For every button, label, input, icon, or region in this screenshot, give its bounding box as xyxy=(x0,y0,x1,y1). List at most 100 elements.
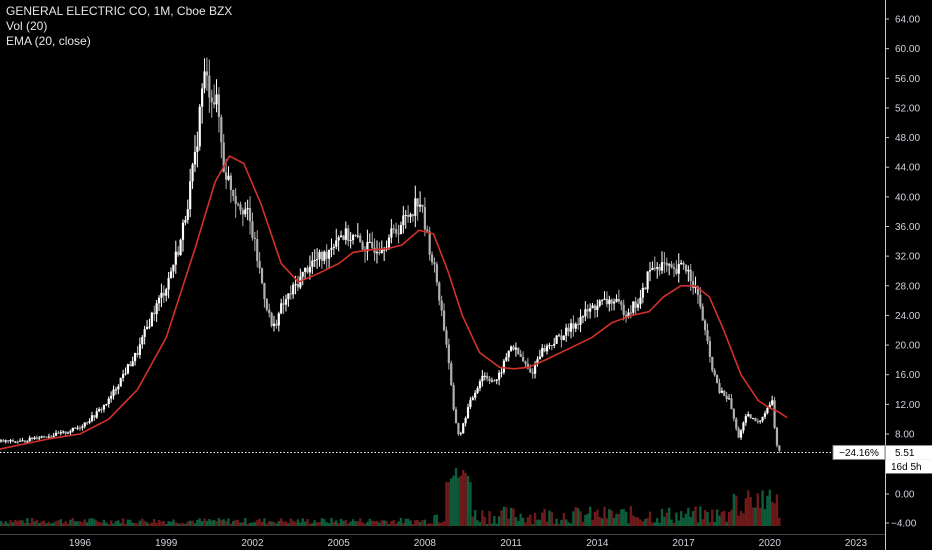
volume-bar xyxy=(241,522,245,526)
volume-bar xyxy=(342,520,345,526)
candle-body xyxy=(59,432,62,434)
ema-path xyxy=(0,155,788,450)
candle-body xyxy=(567,327,570,332)
volume-bar xyxy=(514,517,518,526)
volume-bar xyxy=(21,520,24,526)
candle-body xyxy=(531,372,534,374)
candle-body xyxy=(42,436,46,438)
candle-body xyxy=(577,323,580,325)
volume-bar xyxy=(119,523,122,526)
candle-body xyxy=(217,94,221,117)
volume-bar xyxy=(148,523,151,526)
volume-bar xyxy=(521,517,525,526)
candle-body xyxy=(114,389,118,391)
candle-body xyxy=(83,422,86,427)
volume-bar xyxy=(47,521,51,526)
volume-bar xyxy=(387,523,391,526)
candle-body xyxy=(759,420,762,422)
volume-bar xyxy=(483,516,486,526)
candle-body xyxy=(778,445,781,451)
candle-body xyxy=(371,242,374,248)
volume-bar xyxy=(656,518,659,526)
volume-bar xyxy=(320,518,324,526)
volume-bar xyxy=(38,522,41,526)
price-tick-label: 52.00 xyxy=(895,103,920,114)
volume-bar xyxy=(181,522,185,526)
volume-bar xyxy=(215,521,218,526)
candle-body xyxy=(634,301,637,308)
volume-bar xyxy=(210,520,213,526)
volume-bar xyxy=(708,522,712,526)
candle-body xyxy=(761,416,764,421)
volume-bar xyxy=(725,521,728,526)
volume-tick-label: 0.00 xyxy=(895,490,915,501)
volume-bar xyxy=(107,523,110,526)
volume-bar xyxy=(564,519,568,526)
volume-bar xyxy=(287,523,290,526)
volume-bar xyxy=(385,520,388,526)
volume-bar xyxy=(624,511,628,526)
candle-body xyxy=(35,437,38,439)
volume-bar xyxy=(105,522,108,526)
volume-bar xyxy=(112,523,115,526)
volume-bar xyxy=(452,475,455,526)
candle-body xyxy=(308,266,312,273)
volume-bar xyxy=(761,490,764,526)
candle-body xyxy=(186,209,189,220)
volume-bar xyxy=(258,518,261,526)
candle-body xyxy=(660,262,664,271)
candle-body xyxy=(495,379,498,381)
candle-body xyxy=(325,251,328,259)
price-chart[interactable]: 64.00 60.00 56.00 52.00 48.00 44.00 40.00 36.00… xyxy=(0,0,932,550)
volume-bar xyxy=(217,517,221,526)
candle-body xyxy=(47,436,50,438)
volume-bar xyxy=(584,514,587,526)
candle-body xyxy=(668,264,671,266)
volume-bar xyxy=(538,519,542,526)
volume-bar xyxy=(411,523,415,526)
candle-body xyxy=(560,335,563,340)
volume-bar xyxy=(586,513,589,526)
candle-body xyxy=(622,304,625,315)
candle-body xyxy=(665,262,668,266)
volume-bar xyxy=(2,523,5,526)
candle-body xyxy=(169,271,173,278)
volume-bar xyxy=(591,519,594,526)
candle-body xyxy=(763,413,767,417)
volume-bar xyxy=(378,522,381,526)
volume-bar xyxy=(52,522,55,526)
candle-body xyxy=(227,175,230,180)
volume-bar xyxy=(40,521,43,526)
candle-body xyxy=(641,287,644,298)
candle-body xyxy=(155,303,158,315)
volume-bar xyxy=(593,511,597,526)
candle-body xyxy=(349,240,352,242)
volume-bar xyxy=(703,509,707,526)
candle-body xyxy=(296,284,300,288)
volume-bar xyxy=(682,517,685,526)
volume-bar xyxy=(481,510,484,526)
volume-bar xyxy=(186,521,189,526)
volume-bar xyxy=(569,523,573,526)
price-tick-label: 64.00 xyxy=(895,15,920,26)
volume-bar xyxy=(428,523,431,526)
volume-bar xyxy=(126,519,130,526)
candle-body xyxy=(411,214,415,216)
volume-bar xyxy=(325,522,328,526)
candle-body xyxy=(102,405,106,410)
candle-body xyxy=(287,293,290,300)
volume-bar xyxy=(337,523,340,526)
candle-body xyxy=(548,345,551,347)
candle-body xyxy=(399,225,403,235)
candle-body xyxy=(773,400,776,428)
volume-bar xyxy=(356,521,360,526)
volume-bar xyxy=(313,520,316,526)
volume-bar xyxy=(69,519,72,526)
volume-bar xyxy=(0,520,3,526)
price-badges: −24.16% 5.51 16d 5h xyxy=(832,444,932,474)
volume-bar xyxy=(679,511,683,526)
candle-body xyxy=(165,289,168,296)
volume-bar xyxy=(363,523,367,526)
volume-bar xyxy=(416,520,419,526)
volume-bar xyxy=(311,523,314,526)
